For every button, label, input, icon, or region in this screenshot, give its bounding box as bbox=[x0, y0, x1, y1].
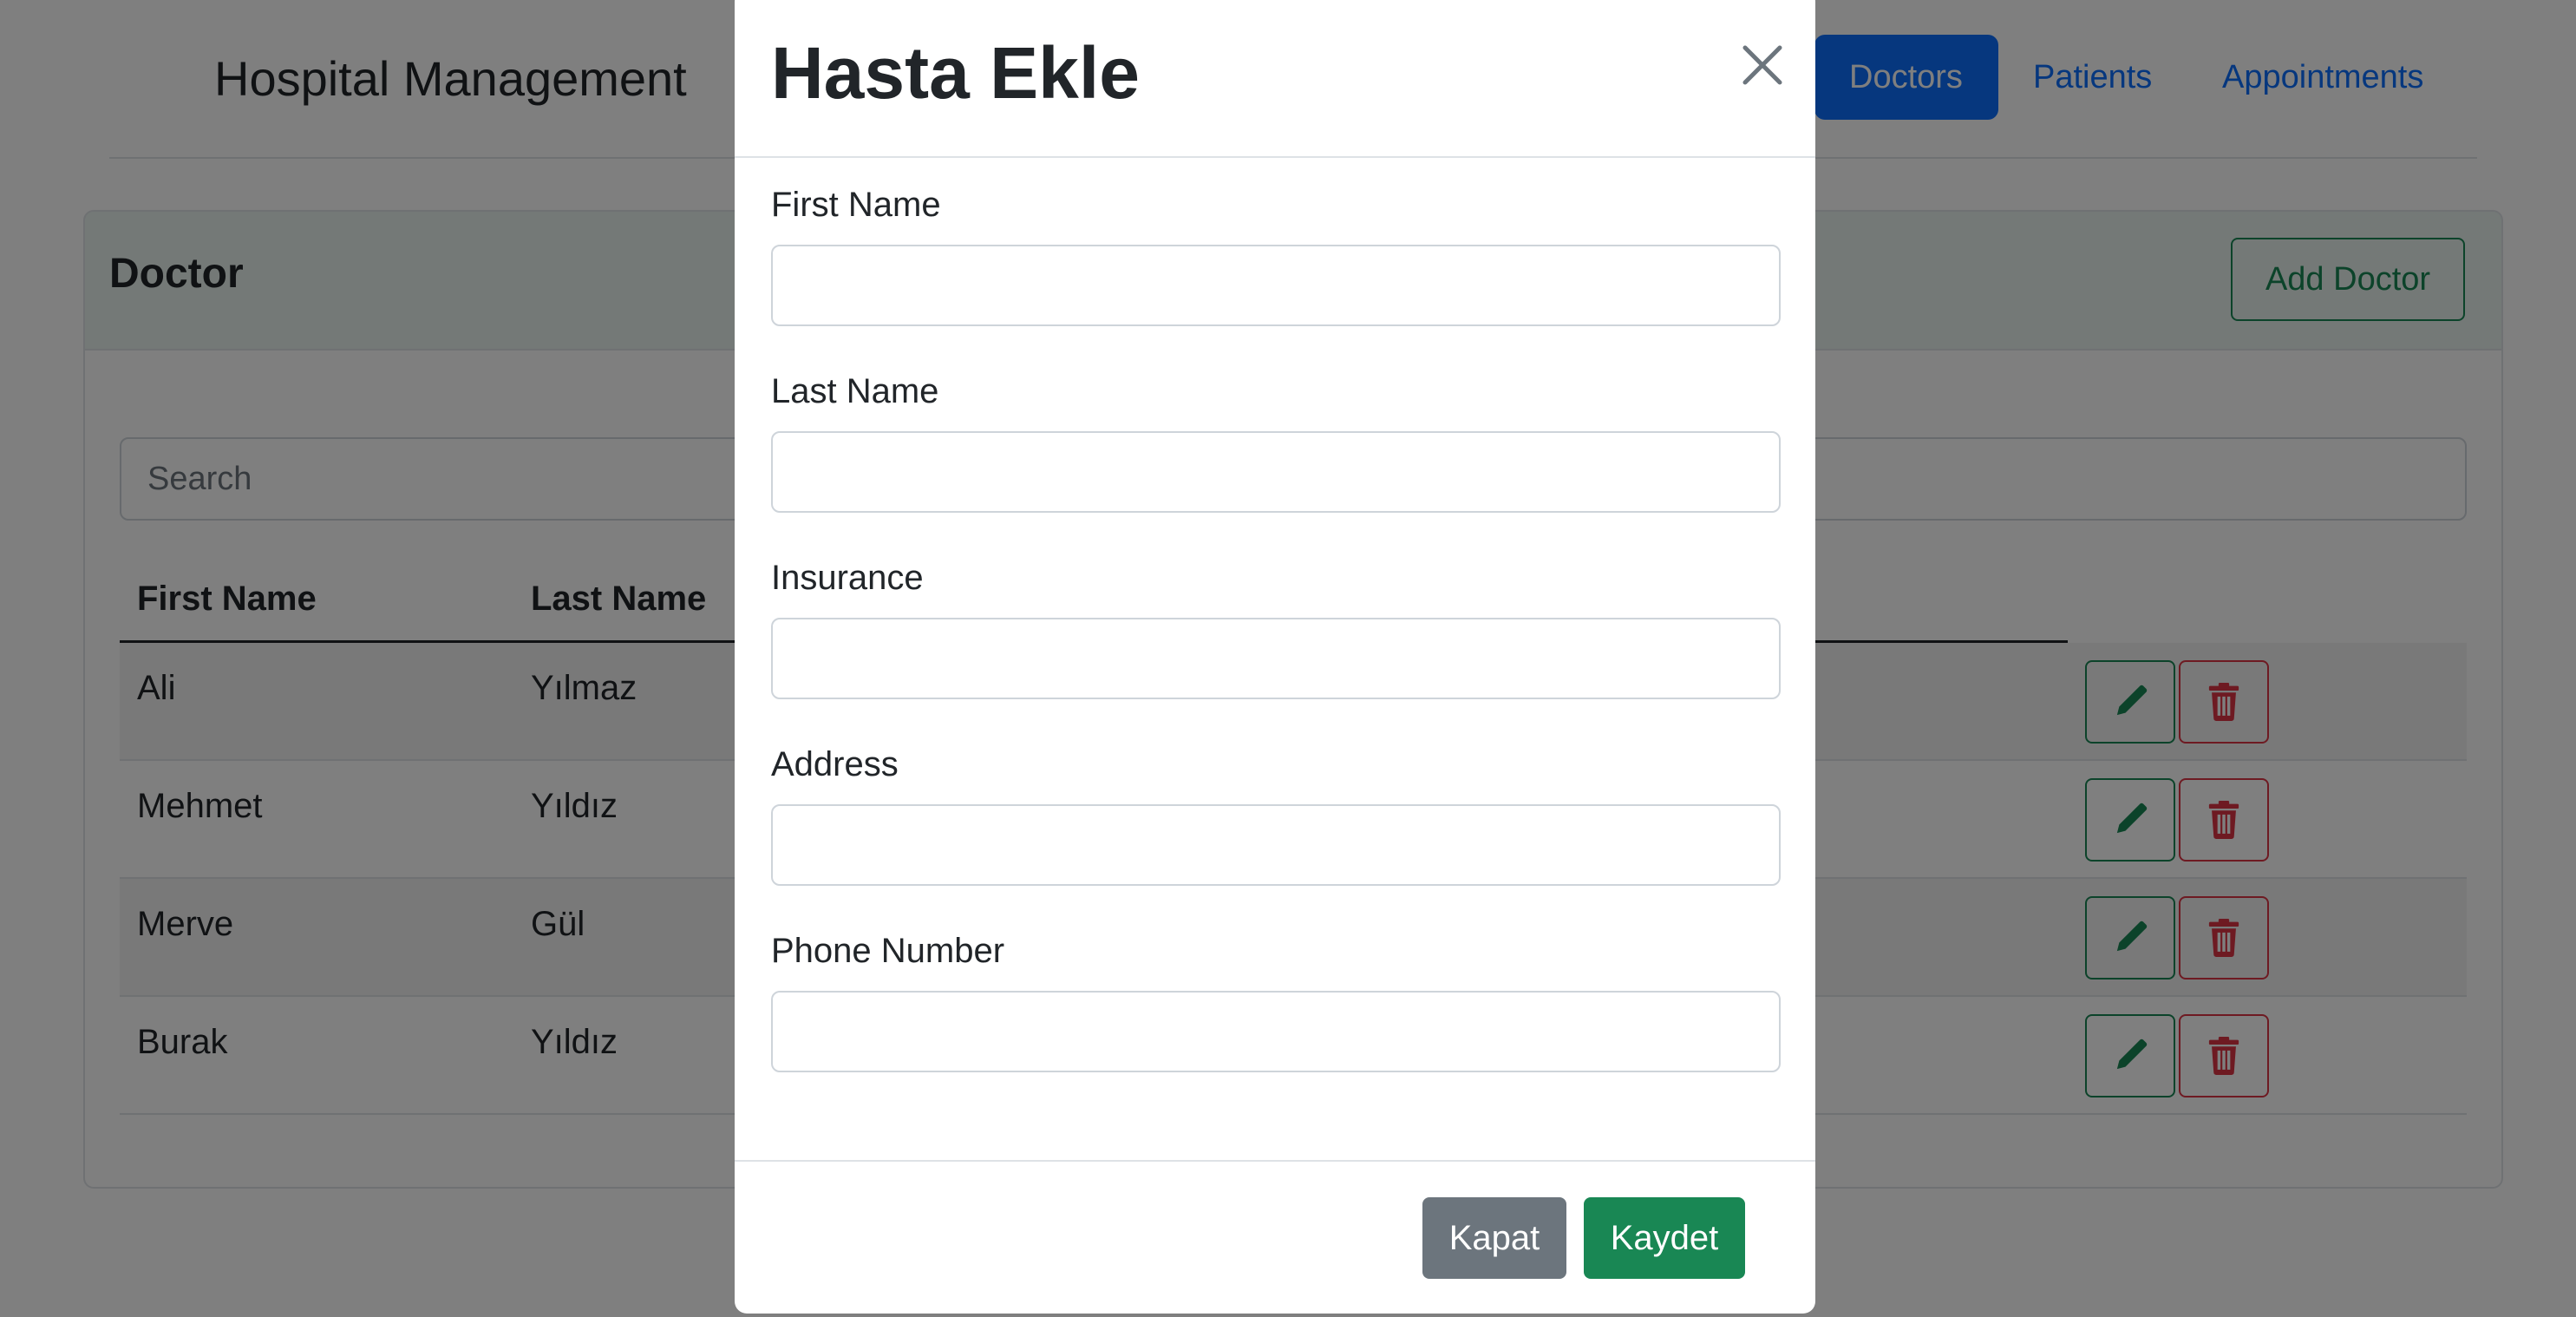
add-patient-modal: Hasta Ekle First Name Last Name Insuranc… bbox=[735, 0, 1815, 1314]
first-name-label: First Name bbox=[771, 186, 941, 224]
insurance-field[interactable] bbox=[771, 618, 1781, 699]
modal-title: Hasta Ekle bbox=[771, 32, 1140, 114]
address-field[interactable] bbox=[771, 804, 1781, 886]
last-name-field[interactable] bbox=[771, 431, 1781, 513]
first-name-field[interactable] bbox=[771, 245, 1781, 326]
phone-number-label: Phone Number bbox=[771, 932, 1005, 970]
close-icon bbox=[1742, 45, 1782, 85]
save-button[interactable]: Kaydet bbox=[1584, 1197, 1745, 1279]
last-name-label: Last Name bbox=[771, 372, 939, 410]
address-label: Address bbox=[771, 745, 899, 783]
modal-header-divider bbox=[735, 156, 1815, 158]
phone-number-field[interactable] bbox=[771, 991, 1781, 1072]
modal-footer-divider bbox=[735, 1160, 1815, 1162]
insurance-label: Insurance bbox=[771, 559, 924, 597]
close-button[interactable]: Kapat bbox=[1422, 1197, 1566, 1279]
modal-close-button[interactable] bbox=[1732, 35, 1793, 95]
